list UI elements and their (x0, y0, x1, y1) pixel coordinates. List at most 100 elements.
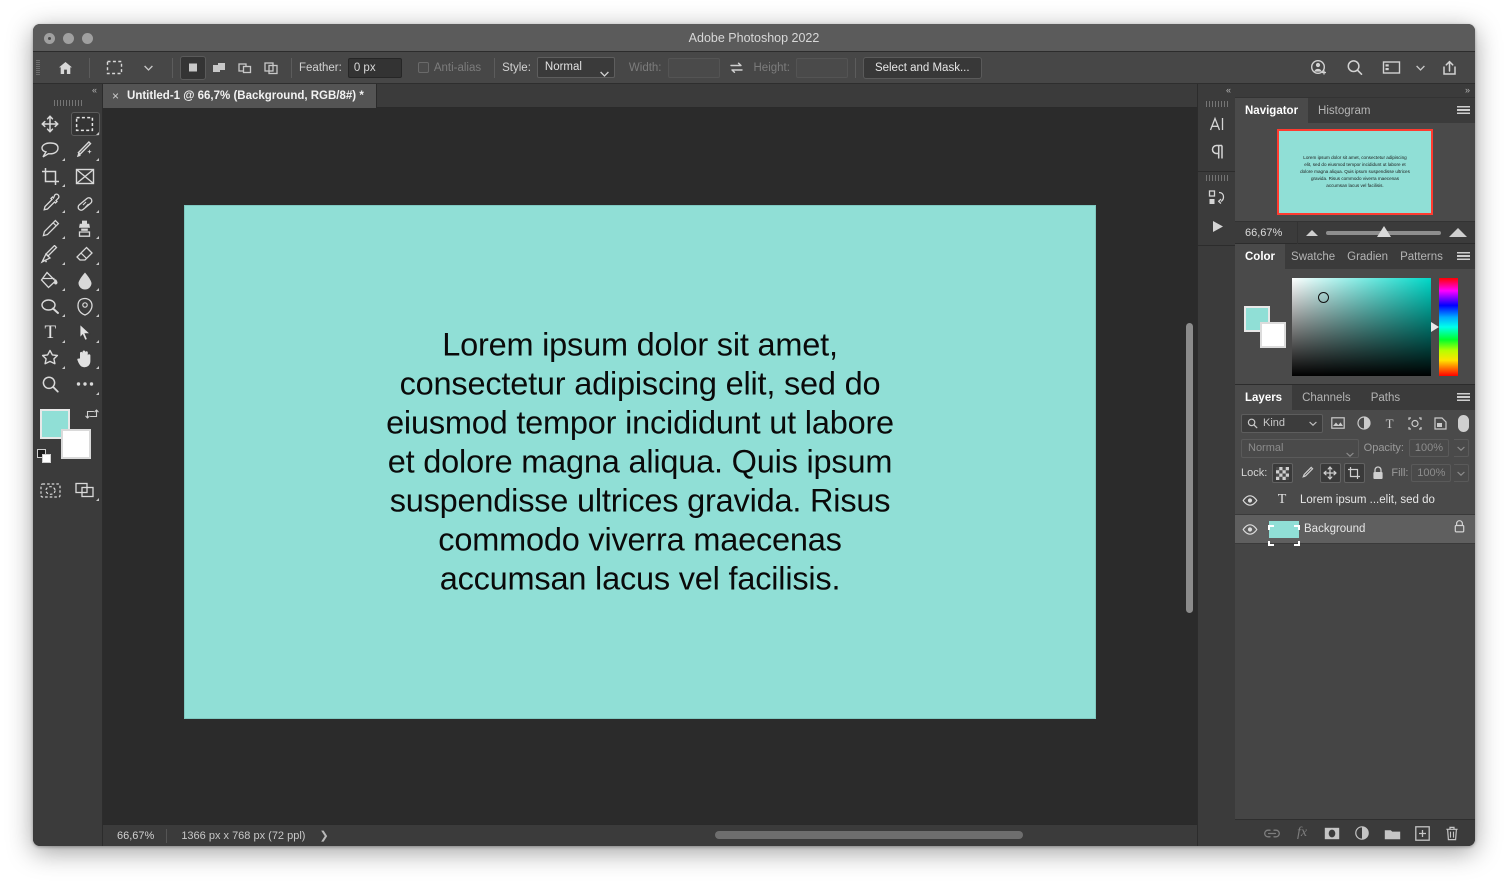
chevron-right-icon[interactable]: ❯ (319, 829, 328, 842)
rectangular-marquee-tool[interactable] (68, 111, 103, 137)
color-picker-field[interactable] (1292, 277, 1431, 376)
type-layer-filter-icon[interactable]: T (1379, 413, 1400, 433)
pen-tool[interactable] (68, 293, 103, 319)
default-colors-icon[interactable] (36, 449, 52, 469)
fill-value[interactable]: 100% (1411, 464, 1452, 482)
crop-tool[interactable] (33, 163, 68, 189)
tab-histogram[interactable]: Histogram (1308, 98, 1381, 123)
large-mountain-icon[interactable] (1449, 228, 1467, 237)
anti-alias-checkbox[interactable] (417, 62, 429, 73)
navigator-thumbnail-area[interactable]: Lorem ipsum dolor sit amet, consectetur … (1235, 123, 1475, 221)
hue-slider[interactable] (1439, 277, 1458, 376)
tab-channels[interactable]: Channels (1292, 385, 1361, 410)
fx-icon[interactable]: fx (1291, 822, 1313, 844)
tab-navigator[interactable]: Navigator (1235, 98, 1309, 123)
type-tool[interactable]: T (33, 319, 68, 345)
tab-color[interactable]: Color (1235, 244, 1286, 269)
style-select[interactable]: Normal (536, 57, 615, 78)
type-layer-thumbnail[interactable]: T (1264, 492, 1300, 508)
mini-dock-grip[interactable] (1205, 175, 1228, 181)
tab-patterns[interactable]: Patterns (1394, 244, 1449, 269)
canvas-text-layer[interactable]: Lorem ipsum dolor sit amet, consectetur … (380, 326, 900, 599)
move-tool[interactable] (33, 111, 68, 137)
dodge-tool[interactable] (33, 293, 68, 319)
lock-all-button[interactable] (1368, 463, 1389, 483)
quick-mask-tool[interactable] (33, 477, 68, 503)
double-chevron-right-icon[interactable]: » (1465, 85, 1470, 95)
eraser-tool[interactable] (68, 241, 103, 267)
chevron-down-icon[interactable] (133, 55, 163, 81)
link-icon[interactable] (1261, 822, 1283, 844)
swap-colors-icon[interactable] (84, 407, 99, 426)
canvas-area[interactable]: Lorem ipsum dolor sit amet, consectetur … (103, 108, 1197, 824)
canvas-vertical-scrollbar[interactable] (1186, 323, 1193, 613)
background-color-swatch[interactable] (60, 429, 91, 459)
blur-tool[interactable] (68, 267, 103, 293)
mini-dock-grip[interactable] (1205, 101, 1228, 107)
lasso-tool[interactable] (33, 137, 68, 163)
edit-toolbar-tool[interactable] (68, 371, 103, 397)
zoom-tool[interactable] (33, 371, 68, 397)
tab-paths[interactable]: Paths (1360, 385, 1411, 410)
clone-stamp-tool[interactable] (68, 215, 103, 241)
chevron-down-icon[interactable] (1454, 439, 1469, 457)
gradient-tool[interactable] (33, 267, 68, 293)
tools-grip[interactable] (53, 100, 82, 106)
tab-swatches[interactable]: Swatche (1285, 244, 1342, 269)
zoom-slider-track[interactable] (1326, 225, 1441, 237)
pilcrow-icon[interactable] (1198, 138, 1236, 166)
hand-tool[interactable] (68, 345, 103, 371)
tab-gradients[interactable]: Gradien (1341, 244, 1395, 269)
table-row[interactable]: Background (1235, 515, 1475, 546)
select-and-mask-button[interactable]: Select and Mask... (862, 56, 982, 79)
chevron-down-icon[interactable] (1454, 464, 1469, 482)
feather-input[interactable]: 0 px (347, 57, 402, 78)
zoom-slider-knob[interactable] (1376, 225, 1391, 237)
hue-slider-handle[interactable] (1431, 321, 1439, 332)
layer-mask-icon[interactable] (1321, 822, 1343, 844)
color-picker-handle[interactable] (1318, 291, 1329, 303)
add-to-selection-button[interactable] (206, 56, 232, 80)
panel-menu-icon[interactable] (1451, 244, 1475, 269)
character-A-icon[interactable] (1198, 110, 1236, 138)
blend-mode-select[interactable]: Normal (1241, 438, 1359, 458)
layer-filter-kind-select[interactable]: Kind (1241, 413, 1323, 433)
history-brush-tool[interactable] (33, 241, 68, 267)
layer-name[interactable]: Background (1304, 523, 1365, 535)
document-tab[interactable]: × Untitled-1 @ 66,7% (Background, RGB/8#… (103, 84, 377, 108)
double-chevron-left-icon[interactable]: « (1226, 85, 1231, 95)
width-input[interactable] (667, 57, 720, 78)
share-icon[interactable] (1434, 55, 1464, 81)
panel-menu-icon[interactable] (1451, 98, 1475, 123)
artboard[interactable]: Lorem ipsum dolor sit amet, consectetur … (185, 206, 1095, 718)
path-selection-tool[interactable] (68, 319, 103, 345)
eyedropper-tool[interactable] (33, 189, 68, 215)
opacity-value[interactable]: 100% (1409, 439, 1449, 457)
home-icon[interactable] (50, 55, 80, 81)
brush-tool[interactable] (33, 215, 68, 241)
half-circle-icon[interactable] (1351, 822, 1373, 844)
small-mountain-icon[interactable] (1306, 229, 1318, 236)
chevron-down-icon[interactable] (1412, 55, 1428, 81)
close-icon[interactable]: × (112, 90, 119, 102)
background-color-swatch[interactable] (1260, 321, 1286, 348)
filter-toggle-switch[interactable] (1458, 414, 1470, 432)
layer-visibility-toggle[interactable] (1235, 494, 1264, 506)
status-zoom-level[interactable]: 66,67% (103, 830, 166, 842)
lock-image-pixels-button[interactable] (1296, 463, 1317, 483)
subtract-from-selection-button[interactable] (232, 56, 258, 80)
lock-transparent-pixels-button[interactable] (1272, 463, 1294, 483)
search-icon[interactable] (1340, 55, 1370, 81)
pixel-layer-filter-icon[interactable] (1328, 413, 1349, 433)
navigator-thumbnail[interactable]: Lorem ipsum dolor sit amet, consectetur … (1277, 129, 1433, 215)
layer-visibility-toggle[interactable] (1235, 523, 1264, 535)
adjustment-layer-filter-icon[interactable] (1354, 413, 1375, 433)
navigator-zoom-value[interactable]: 66,67% (1235, 227, 1297, 239)
double-chevron-left-icon[interactable]: « (92, 85, 97, 95)
canvas-horizontal-scrollbar[interactable] (715, 831, 1023, 839)
navigator-zoom-slider[interactable] (1298, 225, 1475, 237)
add-user-icon[interactable] (1304, 55, 1334, 81)
libraries-icon[interactable] (1198, 184, 1236, 212)
new-selection-button[interactable] (180, 55, 206, 80)
lock-artboard-nesting-button[interactable] (1343, 463, 1365, 483)
